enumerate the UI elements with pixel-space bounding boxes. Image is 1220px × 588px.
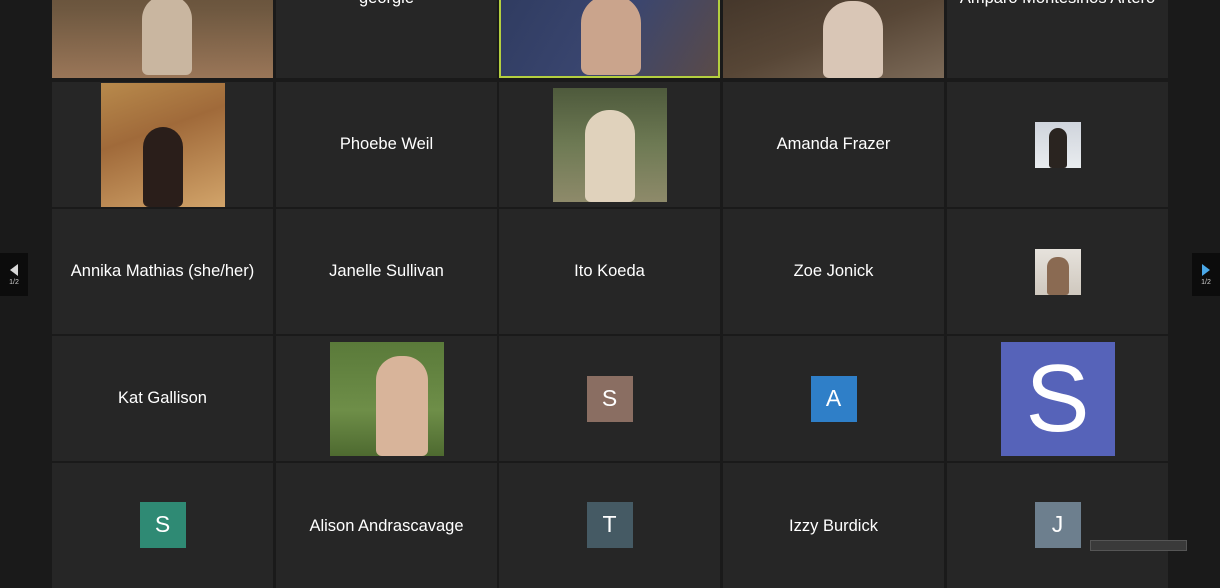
video-tile[interactable]: [52, 0, 273, 78]
video-tile[interactable]: Phoebe Weil: [276, 82, 497, 207]
video-tile[interactable]: A: [723, 336, 944, 461]
participant-name: georgie: [359, 0, 414, 8]
participant-video: [723, 0, 944, 78]
video-tile-active-speaker[interactable]: [499, 0, 720, 78]
video-tile[interactable]: J: [947, 463, 1168, 588]
participant-avatar: T: [586, 501, 633, 548]
participant-figure: [584, 109, 635, 202]
video-tile[interactable]: Zoe Jonick: [723, 209, 944, 334]
video-tile[interactable]: Izzy Burdick: [723, 463, 944, 588]
video-tile[interactable]: Annika Mathias (she/her): [52, 209, 273, 334]
participant-avatar: S: [586, 375, 633, 422]
video-tile[interactable]: S: [499, 336, 720, 461]
participant-photo: [329, 341, 444, 456]
participant-avatar: J: [1034, 501, 1081, 548]
self-view-thumbnail[interactable]: [1090, 540, 1187, 551]
page-indicator: 1/2: [9, 278, 19, 286]
participant-figure: [375, 355, 428, 456]
page-indicator: 1/2: [1201, 278, 1211, 286]
participant-name: Alison Andrascavage: [309, 517, 464, 535]
participant-name: Ito Koeda: [574, 262, 645, 280]
video-tile[interactable]: Janelle Sullivan: [276, 209, 497, 334]
participant-name: Amanda Frazer: [776, 135, 891, 153]
participant-photo: [1034, 248, 1081, 295]
participant-photo: [1034, 121, 1081, 168]
participant-name: Zoe Jonick: [793, 262, 874, 280]
participant-figure: [142, 0, 192, 75]
participant-avatar: A: [810, 375, 857, 422]
gallery-grid: georgie Amparo Montesinos Artero Phoebe …: [52, 0, 1168, 588]
participant-avatar: S: [1000, 341, 1115, 456]
video-tile[interactable]: [947, 82, 1168, 207]
video-tile[interactable]: [276, 336, 497, 461]
previous-page-button[interactable]: 1/2: [0, 253, 28, 296]
participant-name: Annika Mathias (she/her): [70, 262, 255, 280]
participant-figure: [581, 0, 641, 75]
participant-name: Amparo Montesinos Artero: [960, 0, 1155, 8]
video-tile[interactable]: Kat Gallison: [52, 336, 273, 461]
video-tile[interactable]: Ito Koeda: [499, 209, 720, 334]
participant-name: Izzy Burdick: [789, 517, 878, 535]
video-tile[interactable]: [499, 82, 720, 207]
chevron-right-icon: [1202, 263, 1210, 276]
video-tile[interactable]: Amparo Montesinos Artero: [947, 0, 1168, 78]
participant-name: Phoebe Weil: [339, 135, 434, 153]
participant-video: [52, 0, 273, 78]
video-tile[interactable]: [947, 209, 1168, 334]
video-tile[interactable]: T: [499, 463, 720, 588]
chevron-left-icon: [10, 263, 18, 276]
video-tile[interactable]: S: [52, 463, 273, 588]
participant-photo: [100, 82, 225, 207]
participant-figure: [1048, 127, 1067, 168]
video-tile[interactable]: S: [947, 336, 1168, 461]
participant-figure: [823, 1, 883, 78]
participant-video: [501, 0, 718, 76]
video-tile[interactable]: Alison Andrascavage: [276, 463, 497, 588]
video-tile[interactable]: georgie: [276, 0, 497, 78]
participant-name: Kat Gallison: [118, 389, 207, 407]
video-tile[interactable]: [52, 82, 273, 207]
participant-name: Janelle Sullivan: [329, 262, 444, 280]
video-tile[interactable]: Amanda Frazer: [723, 82, 944, 207]
participant-photo: [552, 87, 667, 202]
video-tile[interactable]: [723, 0, 944, 78]
participant-avatar: S: [139, 501, 186, 548]
participant-figure: [1046, 256, 1069, 295]
participant-figure: [142, 126, 183, 207]
next-page-button[interactable]: 1/2: [1192, 253, 1220, 296]
